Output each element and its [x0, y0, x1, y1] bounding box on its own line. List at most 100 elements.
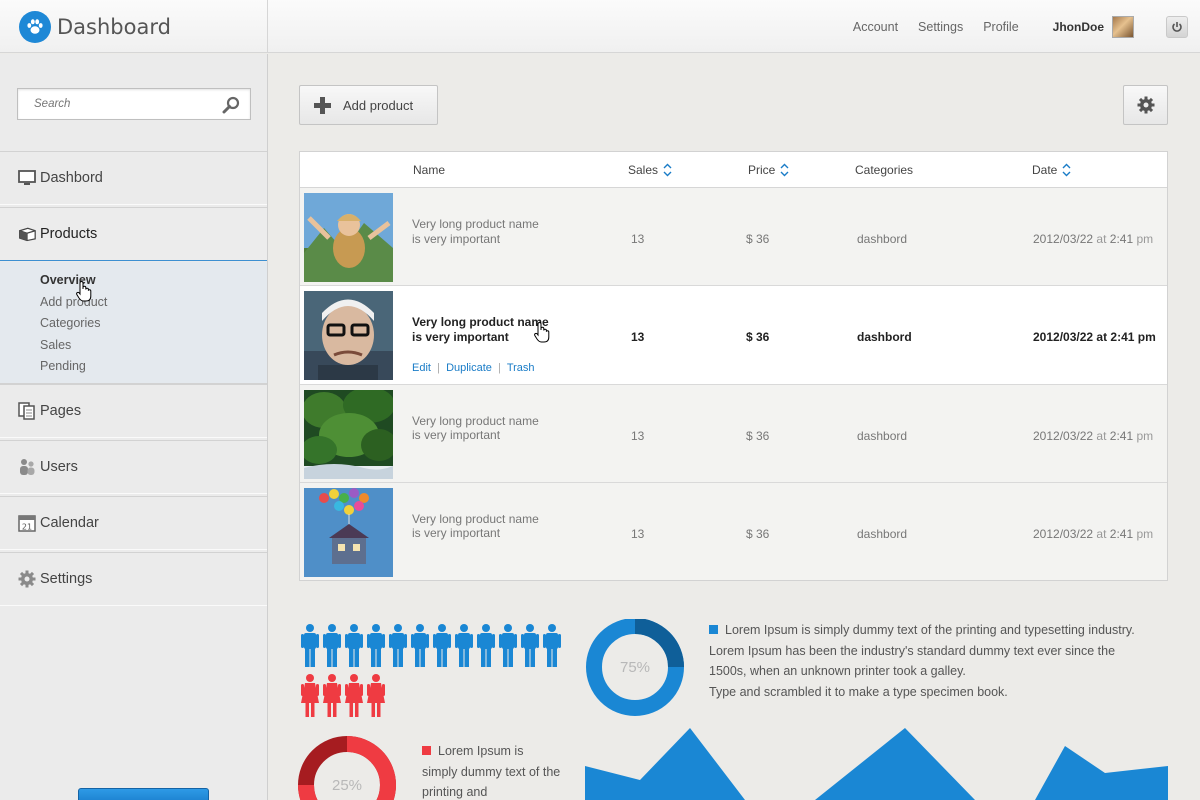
sidebar-item-label: Users [40, 459, 78, 475]
nav-account-link[interactable]: Account [853, 20, 898, 34]
red-donut-chart: 25% [298, 736, 396, 800]
sort-icon[interactable] [663, 163, 672, 177]
search-icon[interactable] [222, 96, 240, 114]
plus-icon [314, 96, 331, 114]
product-name[interactable]: Very long product name is very important [412, 315, 582, 344]
sort-icon[interactable] [780, 163, 789, 177]
donut-label: 75% [620, 659, 650, 676]
sidebar-item-label: Products [40, 226, 98, 242]
category-cell[interactable]: dashbord [857, 527, 907, 541]
time-value: 2:41 [1110, 330, 1135, 345]
product-name-line: is very important [412, 231, 501, 246]
red-description-text: Lorem Ipsum is simply dummy text of the … [422, 744, 561, 800]
date-value: 2012/03/22 [1033, 526, 1094, 541]
nav-settings-link[interactable]: Settings [918, 20, 963, 34]
product-thumbnail[interactable] [304, 389, 393, 479]
male-person-icon [477, 624, 495, 667]
edit-link[interactable]: Edit [412, 362, 431, 374]
male-person-icon [323, 624, 341, 667]
price-cell: $ 36 [746, 232, 770, 246]
duplicate-link[interactable]: Duplicate [446, 362, 492, 374]
top-bar: Dashboard Account Settings Profile JhonD… [0, 0, 1200, 53]
sidebar-item-products[interactable]: Products [0, 207, 267, 261]
sidebar-item-calendar[interactable]: 21 Calendar [0, 496, 267, 550]
subnav-add-product[interactable]: Add product [0, 292, 267, 314]
calendar-icon: 21 [18, 514, 36, 532]
col-header-label: Price [748, 163, 776, 177]
box-icon [18, 225, 36, 243]
category-cell[interactable]: dashbord [857, 429, 907, 443]
price-cell: $ 36 [746, 526, 770, 541]
users-icon [18, 458, 36, 476]
category-cell[interactable]: dashbord [857, 232, 907, 246]
time-value: 2:41 [1109, 428, 1134, 443]
product-name-line: is very important [412, 329, 509, 344]
search-field[interactable] [17, 88, 251, 120]
male-person-icon [345, 624, 363, 667]
table-row[interactable]: Very long product name is very important… [300, 385, 1167, 483]
row-actions: Edit | Duplicate | Trash [412, 362, 535, 375]
male-person-icon [367, 624, 385, 667]
product-name[interactable]: Very long product name is very important [412, 414, 582, 443]
subnav-categories[interactable]: Categories [0, 313, 267, 335]
add-product-button[interactable]: Add product [299, 85, 438, 125]
col-header-name[interactable]: Name [413, 152, 445, 188]
product-name-line: Very long product name [412, 511, 539, 526]
product-thumbnail[interactable] [304, 193, 393, 282]
product-name-line: Very long product name [412, 315, 549, 330]
male-person-icon [389, 624, 407, 667]
brand[interactable]: Dashboard [0, 0, 268, 53]
subnav-pending[interactable]: Pending [0, 356, 267, 378]
username[interactable]: JhonDoe [1053, 20, 1104, 34]
date-cell: 2012/03/22 at 2:41 pm [1033, 527, 1153, 541]
sidebar-item-dashboard[interactable]: Dashbord [0, 151, 267, 205]
power-button[interactable] [1166, 15, 1188, 38]
product-name[interactable]: Very long product name is very important [412, 512, 582, 541]
product-thumbnail[interactable] [304, 487, 393, 577]
subnav-overview[interactable]: Overview [0, 270, 267, 292]
female-person-icon [367, 674, 385, 717]
subnav-sales[interactable]: Sales [0, 335, 267, 357]
search-input[interactable] [18, 89, 208, 119]
col-header-label: Categories [855, 163, 914, 177]
date-at: at [1096, 526, 1107, 541]
table-row[interactable]: Very long product name is very important… [300, 188, 1167, 287]
sidebar-action-button[interactable] [78, 788, 209, 800]
table-header: Name Sales Price Categories Date [300, 152, 1167, 188]
price-cell: $ 36 [746, 428, 770, 443]
sidebar-item-users[interactable]: Users [0, 440, 267, 494]
date-value: 2012/03/22 [1033, 428, 1094, 443]
sidebar: Dashbord Products Overview Add product C… [0, 54, 268, 800]
avatar[interactable] [1112, 15, 1134, 38]
table-row[interactable]: Very long product name is very important… [300, 483, 1167, 581]
sidebar-item-pages[interactable]: Pages [0, 384, 267, 438]
sales-cell: 13 [631, 232, 645, 246]
male-person-icon [543, 624, 561, 667]
products-table: Name Sales Price Categories Date Very lo… [299, 151, 1168, 581]
category-cell[interactable]: dashbord [857, 330, 912, 344]
settings-button[interactable] [1123, 85, 1168, 125]
col-header-categories[interactable]: Categories [855, 152, 913, 188]
table-row[interactable]: Very long product name is very important… [300, 286, 1167, 385]
trash-link[interactable]: Trash [507, 362, 535, 374]
time-ampm: pm [1136, 526, 1154, 541]
sidebar-item-settings[interactable]: Settings [0, 552, 267, 606]
date-at: at [1096, 232, 1107, 246]
sort-icon[interactable] [1062, 163, 1071, 177]
product-name[interactable]: Very long product name is very important [412, 217, 582, 246]
blue-donut-chart: 75% [586, 619, 684, 716]
product-thumbnail[interactable] [304, 291, 393, 381]
col-header-sales[interactable]: Sales [628, 152, 672, 188]
pages-icon [18, 402, 36, 420]
app-title: Dashboard [57, 14, 171, 39]
col-header-price[interactable]: Price [748, 152, 789, 188]
red-legend-square-icon [422, 746, 431, 755]
product-name-line: Very long product name [412, 413, 539, 428]
gear-icon [1137, 96, 1154, 114]
power-icon [1172, 21, 1182, 32]
col-header-date[interactable]: Date [1032, 152, 1071, 188]
date-value: 2012/03/22 [1033, 232, 1094, 246]
male-person-icon [301, 624, 319, 667]
blue-description-text: Lorem Ipsum is simply dummy text of the … [709, 623, 1135, 679]
nav-profile-link[interactable]: Profile [983, 20, 1018, 34]
